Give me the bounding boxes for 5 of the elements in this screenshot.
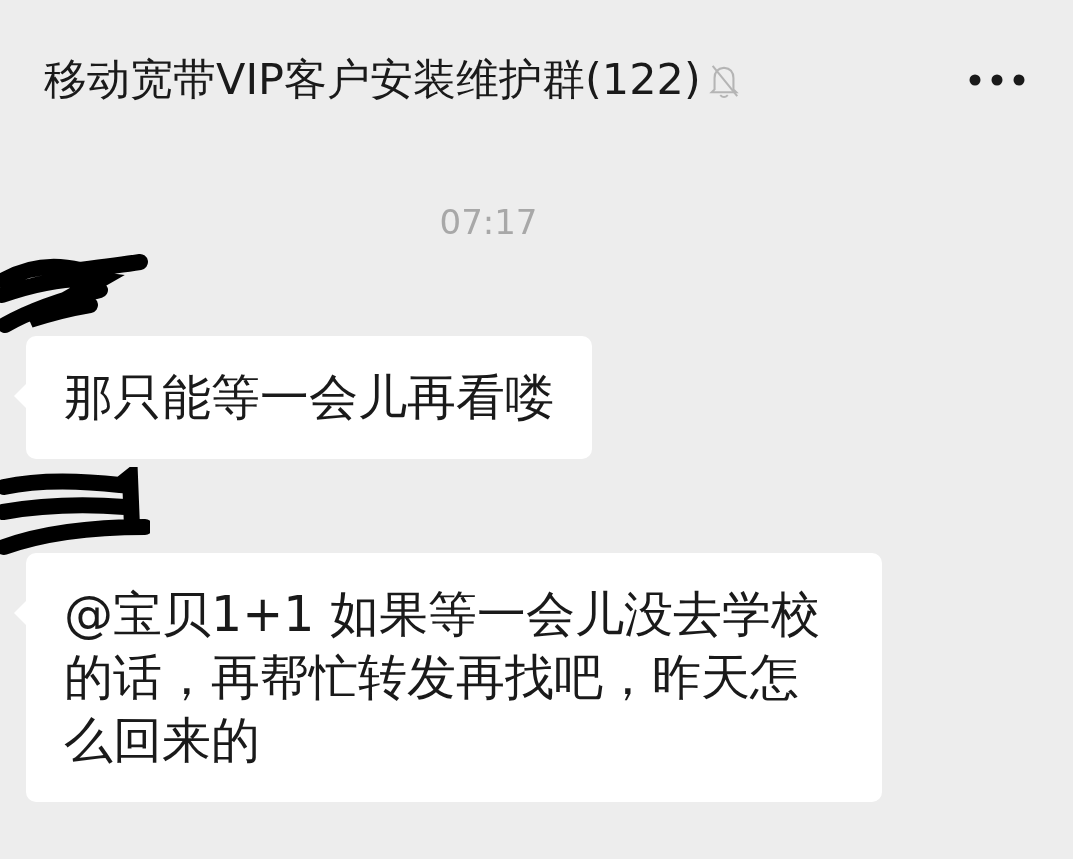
message-bubble: @宝贝1+1 如果等一会儿没去学校的话，再帮忙转发再找吧，昨天怎么回来的: [26, 553, 882, 802]
more-icon[interactable]: [969, 74, 1025, 86]
timestamp: 07:17: [439, 202, 538, 242]
chat-title: 移动宽带VIP客户安装维护群(122): [44, 53, 701, 106]
message-bubble: 那只能等一会儿再看喽: [26, 336, 592, 459]
